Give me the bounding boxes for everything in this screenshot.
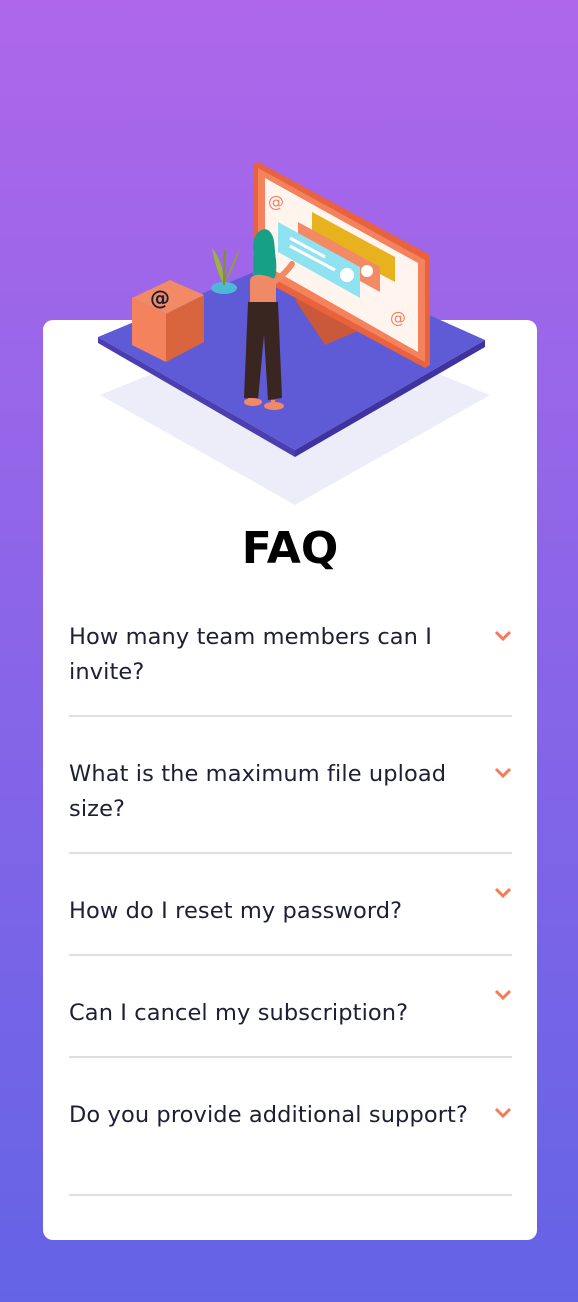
chevron-down-icon[interactable] — [494, 1107, 512, 1118]
at-sign-icon: @ — [268, 192, 284, 211]
faq-item[interactable]: Can I cancel my subscription? — [69, 956, 512, 1058]
faq-item[interactable]: Do you provide additional support? — [69, 1058, 512, 1196]
faq-question: Do you provide additional support? — [69, 1102, 469, 1128]
faq-item[interactable]: How many team members can I invite? — [69, 603, 512, 717]
faq-question: How do I reset my password? — [69, 898, 403, 924]
faq-list: How many team members can I invite? What… — [69, 603, 512, 1196]
faq-item[interactable]: How do I reset my password? — [69, 854, 512, 956]
chevron-down-icon[interactable] — [494, 989, 512, 1000]
page-title: FAQ — [241, 523, 339, 574]
chevron-down-icon[interactable] — [494, 887, 512, 898]
faq-question: How many team members can I invite? — [69, 624, 433, 685]
faq-item[interactable]: What is the maximum file upload size? — [69, 717, 512, 854]
hero-illustration: @ @ @ — [98, 162, 490, 505]
faq-question: Can I cancel my subscription? — [69, 1000, 409, 1026]
at-sign-icon: @ — [390, 308, 406, 327]
chevron-down-icon[interactable] — [494, 630, 512, 641]
chevron-down-icon[interactable] — [494, 767, 512, 778]
faq-question: What is the maximum file upload size? — [69, 761, 447, 822]
at-sign-icon: @ — [150, 286, 170, 310]
